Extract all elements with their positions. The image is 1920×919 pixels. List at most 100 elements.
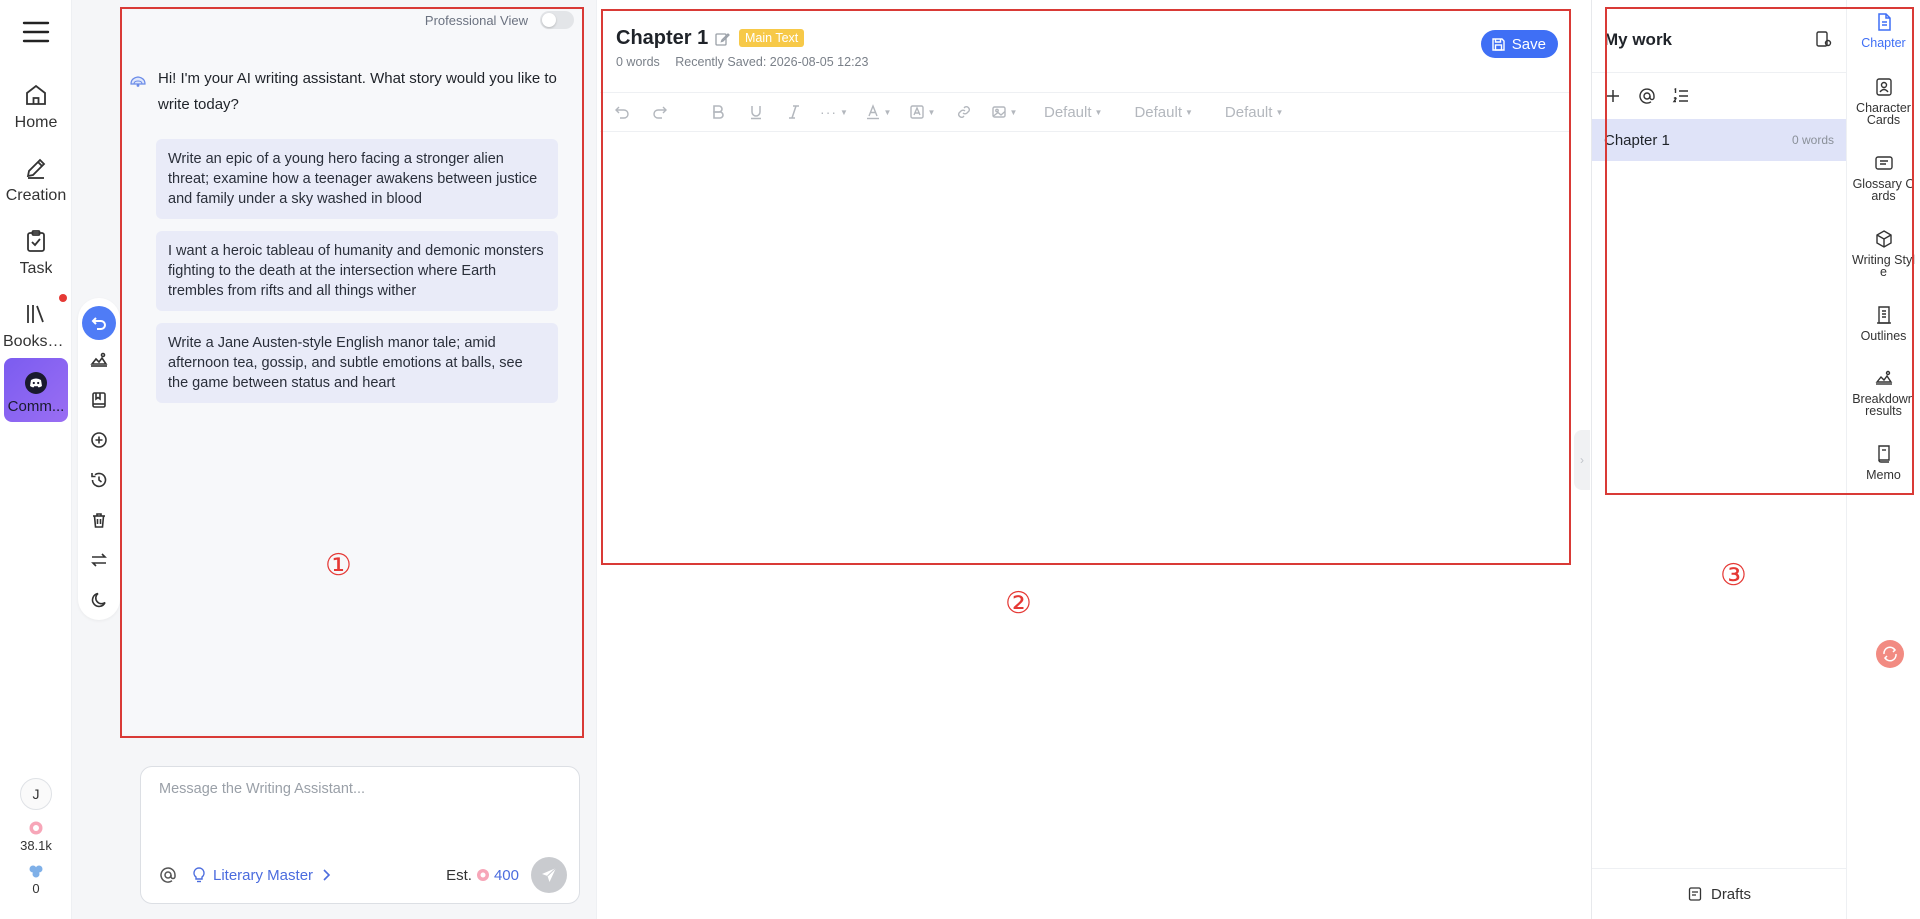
send-button[interactable] [531,857,567,893]
add-chapter-icon[interactable] [1604,87,1622,105]
underline-icon[interactable] [744,100,768,124]
undo-icon[interactable] [610,100,634,124]
clipboard-icon [23,228,49,254]
professional-view: Professional View [425,10,574,30]
rail-item-writing-style[interactable]: Writing Style [1847,229,1920,278]
swap-icon[interactable] [89,550,109,570]
memo-icon [1874,444,1894,464]
breakdown-icon [1874,368,1894,388]
rail-label: Chapter [1861,36,1906,50]
rail-item-outlines[interactable]: Outlines [1847,305,1920,342]
nav-label: Creation [5,187,67,204]
ordered-list-icon[interactable] [1672,87,1690,105]
nav-label: Home [14,114,58,131]
nav-item-bookshelf[interactable]: Booksh... [0,297,72,359]
est-label: Est. [446,866,472,884]
book-save-icon[interactable] [89,390,109,410]
saved-time: Recently Saved: 2026-08-05 12:23 [675,55,869,69]
message-composer: Literary Master Est. 400 [140,766,580,904]
avatar[interactable]: J [20,778,52,810]
line-height-select[interactable]: Default ▼ [1225,104,1283,121]
message-input[interactable] [159,781,563,831]
font-size-select[interactable]: Default ▼ [1134,104,1192,121]
credits-stat[interactable]: 38.1k [0,820,72,853]
nav-label: Task [19,260,53,277]
nav-bottom: J 38.1k 0 [0,778,72,896]
edit-title-icon[interactable] [714,31,730,47]
chapter-title[interactable]: Chapter 1 [616,27,708,50]
right-rail: Chapter Character Cards Glossary Cards W… [1847,0,1920,919]
chapter-word-count: 0 words [1791,133,1834,147]
history-icon[interactable] [89,470,109,490]
bold-icon[interactable] [706,100,730,124]
assistant-icon [128,72,148,92]
credits-value: 38.1k [20,838,52,853]
coin-icon [476,868,490,882]
my-work-panel: My work Chapter 1 0 words Drafts [1592,0,1846,919]
nav-item-creation[interactable]: Creation [0,151,72,213]
tokens-stat[interactable]: 0 [0,863,72,896]
pen-icon [23,155,49,181]
rail-item-character-cards[interactable]: Character Cards [1847,77,1920,126]
font-family-select[interactable]: Default ▼ [1044,104,1102,121]
suggestion-card[interactable]: Write an epic of a young hero facing a s… [156,139,558,219]
rail-item-breakdown-results[interactable]: Breakdown results [1847,368,1920,417]
link-icon[interactable] [952,100,976,124]
rail-item-chapter[interactable]: Chapter [1847,12,1920,49]
work-toolbar [1604,87,1690,105]
nav-label: Comm... [7,398,65,415]
more-options-icon[interactable]: ··· ▼ [820,100,848,124]
trash-icon[interactable] [89,510,109,530]
chapter-name: Chapter 1 [1604,131,1670,149]
suggestion-card[interactable]: I want a heroic tableau of humanity and … [156,231,558,311]
mode-selector[interactable]: Literary Master [191,866,331,884]
professional-view-toggle[interactable] [540,11,574,29]
image-icon[interactable]: ▼ [990,100,1018,124]
highlight-icon[interactable]: ▼ [908,100,936,124]
mode-label: Literary Master [213,866,314,884]
breakdown-icon[interactable] [89,350,109,370]
chapter-list-item[interactable]: Chapter 1 0 words [1592,119,1846,161]
save-label: Save [1511,35,1546,53]
divider [596,0,597,919]
rail-item-glossary-cards[interactable]: Glossary Cards [1847,153,1920,202]
select-value: Default [1134,103,1182,121]
nav-item-home[interactable]: Home [0,78,72,140]
save-button[interactable]: Save [1480,30,1558,58]
drafts-button[interactable]: Drafts [1592,868,1846,919]
editor-content-area[interactable] [600,132,1570,562]
nav-item-task[interactable]: Task [0,224,72,286]
suggestion-card[interactable]: Write a Jane Austen-style English manor … [156,323,558,403]
bookshelf-icon [23,301,49,327]
undo-button[interactable] [82,306,116,340]
select-value: Default [1224,103,1273,121]
font-color-icon[interactable]: ▼ [864,100,892,124]
italic-icon[interactable] [782,100,806,124]
main-text-badge: Main Text [739,29,805,47]
chapter-editor: Chapter 1 Main Text 0 words Recently Sav… [600,10,1570,562]
save-icon [1491,37,1506,52]
collapse-panel-button[interactable]: › [1574,430,1590,490]
chapter-icon [1874,12,1894,32]
annotation-number-1: ① [325,548,352,583]
token-icon [28,863,44,879]
composer-footer: Literary Master Est. 400 [159,857,567,893]
hamburger-menu-icon[interactable] [22,20,50,44]
rail-item-memo[interactable]: Memo [1847,444,1920,481]
annotation-number-2: ② [1005,586,1032,621]
character-card-icon [1874,77,1894,97]
annotation-number-3: ③ [1720,558,1747,593]
translate-icon[interactable] [1876,640,1904,668]
drafts-label: Drafts [1710,885,1751,903]
select-value: Default [1044,103,1092,121]
rail-label: Character Cards [1856,101,1911,127]
add-circle-icon[interactable] [89,430,109,450]
at-mention-icon[interactable] [1638,87,1656,105]
nav-item-community[interactable]: Comm... [4,358,68,422]
redo-icon[interactable] [648,100,672,124]
left-nav: Home Creation Task Booksh... Comm... J 3 [0,0,72,919]
book-settings-icon[interactable] [1814,30,1832,48]
moon-icon[interactable] [89,590,109,610]
at-mention-icon[interactable] [159,866,177,884]
divider [1592,72,1846,73]
